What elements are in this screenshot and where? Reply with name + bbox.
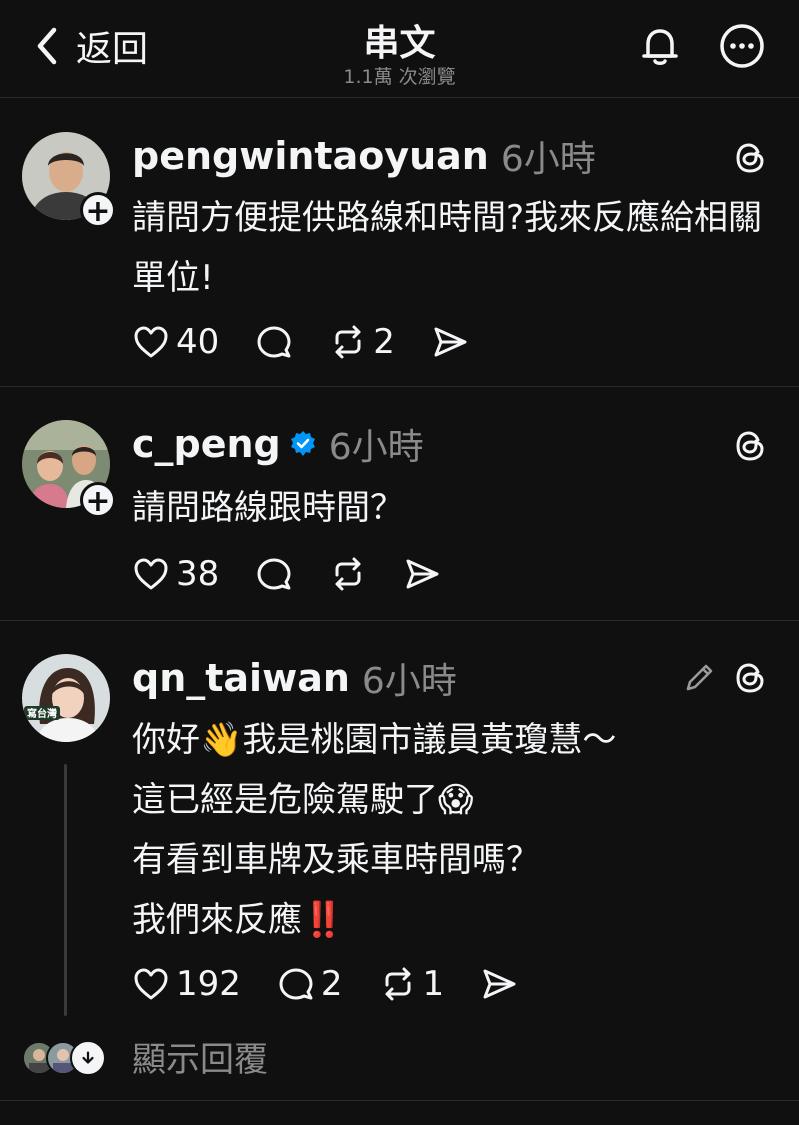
share-button[interactable] <box>403 555 441 593</box>
username[interactable]: pengwintaoyuan <box>132 134 489 178</box>
post-text: 請問方便提供路線和時間?我來反應給相關單位! <box>132 198 763 298</box>
repost-icon <box>335 325 361 359</box>
thread-line <box>64 764 67 1016</box>
heart-icon <box>134 326 168 358</box>
divider <box>0 1100 799 1101</box>
top-bar: 返回 串文 1.1萬 次瀏覽 <box>0 0 799 96</box>
reply-button[interactable] <box>255 555 293 593</box>
follow-plus-button[interactable]: + <box>80 192 116 229</box>
username[interactable]: qn_taiwan <box>132 656 350 700</box>
reply-button[interactable]: 2 <box>277 964 343 1004</box>
repost-icon <box>385 967 411 1001</box>
repost-button[interactable]: 1 <box>379 964 445 1004</box>
like-button[interactable]: 192 <box>132 964 241 1004</box>
share-button[interactable] <box>480 965 518 1003</box>
share-button[interactable] <box>431 323 469 361</box>
send-icon <box>406 559 439 589</box>
divider <box>0 620 799 621</box>
like-count: 192 <box>176 964 241 1004</box>
follow-plus-button[interactable]: + <box>80 482 116 519</box>
threads-icon[interactable] <box>732 660 768 696</box>
reply-count: 2 <box>320 964 343 1004</box>
avatar[interactable]: 寫台灣 <box>22 654 110 742</box>
heart-icon <box>134 558 168 590</box>
repost-count: 1 <box>422 964 445 1004</box>
like-count: 40 <box>176 322 220 362</box>
timestamp: 6小時 <box>361 661 457 702</box>
reply-button[interactable] <box>255 323 293 361</box>
repost-icon <box>335 557 361 591</box>
repost-button[interactable] <box>329 555 367 593</box>
comment-icon <box>279 968 313 1000</box>
like-button[interactable]: 38 <box>132 554 219 594</box>
show-replies-link[interactable]: 顯示回覆 <box>132 1032 268 1081</box>
post-text: 你好👋我是桃園市議員黃瓊慧～ 這已經是危險駕駛了😱 有看到車牌及乘車時間嗎？ 我… <box>132 720 617 940</box>
more-options-icon[interactable] <box>718 22 766 70</box>
reply-avatars[interactable] <box>22 1034 106 1082</box>
verified-badge-icon <box>290 431 315 456</box>
threads-icon[interactable] <box>732 428 768 464</box>
bell-icon[interactable] <box>636 22 684 70</box>
heart-icon <box>134 968 168 1000</box>
timestamp: 6小時 <box>328 427 424 468</box>
timestamp: 6小時 <box>500 139 596 180</box>
pencil-icon[interactable] <box>682 661 716 695</box>
repost-button[interactable]: 2 <box>329 322 395 362</box>
comment-icon <box>257 326 291 358</box>
username[interactable]: c_peng <box>132 422 281 466</box>
post-text: 請問路線跟時間？ <box>132 488 404 528</box>
profile-photo: 寫台灣 <box>22 654 110 742</box>
like-button[interactable]: 40 <box>132 322 219 362</box>
threads-icon[interactable] <box>732 140 768 176</box>
repost-count: 2 <box>373 322 395 362</box>
chevron-down-icon[interactable] <box>70 1040 106 1076</box>
send-icon <box>483 969 516 999</box>
comment-icon <box>257 558 291 590</box>
divider <box>0 97 799 98</box>
avatar-badge-text: 寫台灣 <box>27 707 57 720</box>
like-count: 38 <box>176 554 220 594</box>
divider <box>0 386 799 387</box>
send-icon <box>434 327 467 357</box>
